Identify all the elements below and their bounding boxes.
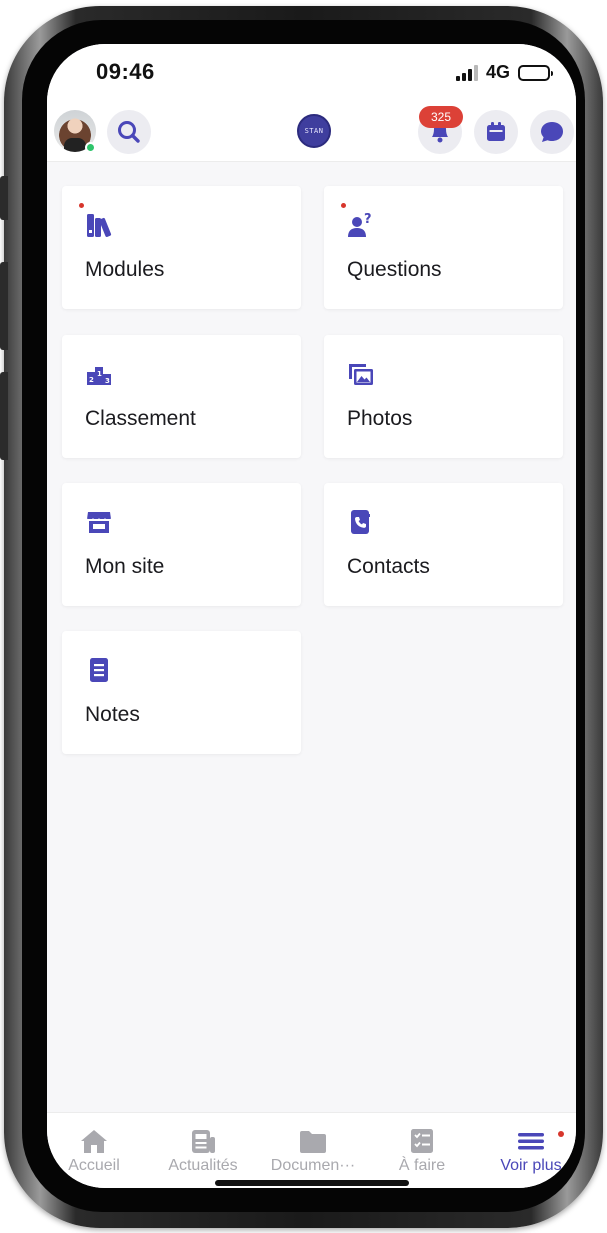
svg-text:3: 3 bbox=[105, 377, 110, 385]
menu-card-questions[interactable]: ? Questions bbox=[324, 186, 563, 309]
books-icon bbox=[87, 214, 112, 237]
volume-up-button bbox=[0, 262, 8, 350]
tab-label: Accueil bbox=[68, 1157, 120, 1174]
folder-icon bbox=[300, 1131, 326, 1153]
tab-label: À faire bbox=[398, 1157, 446, 1174]
tab-accueil[interactable]: Accueil bbox=[47, 1127, 149, 1175]
calendar-button[interactable] bbox=[474, 110, 518, 154]
menu-card-notes[interactable]: Notes bbox=[62, 631, 301, 754]
status-time: 09:46 bbox=[96, 59, 155, 84]
app-logo[interactable]: STAN bbox=[297, 114, 331, 148]
menu-card-label: Mon site bbox=[85, 555, 165, 578]
phone-book-icon bbox=[351, 510, 370, 534]
person-question-icon: ? bbox=[348, 212, 372, 237]
silent-switch bbox=[0, 176, 8, 220]
app-header: STAN 325 bbox=[47, 102, 576, 162]
newspaper-icon bbox=[192, 1130, 215, 1153]
menu-card-label: Photos bbox=[347, 407, 413, 430]
tab-actualites[interactable]: Actualités bbox=[148, 1127, 258, 1175]
app-screen: 09:46 4G STAN 325 Modules ? Questions 2 … bbox=[47, 44, 576, 1188]
tab-voir-plus[interactable]: Voir plus bbox=[476, 1127, 576, 1175]
tab-label: Voir plus bbox=[500, 1157, 562, 1174]
network-type: 4G bbox=[485, 62, 510, 82]
menu-card-modules[interactable]: Modules bbox=[62, 186, 301, 309]
volume-down-button bbox=[0, 372, 8, 460]
status-indicators: 4G bbox=[455, 62, 553, 83]
calendar-icon bbox=[487, 122, 505, 141]
bottom-tab-bar: Accueil Actualités Documen··· À faire Vo… bbox=[47, 1112, 576, 1188]
unread-dot bbox=[341, 203, 346, 208]
tab-label: Documen··· bbox=[270, 1157, 356, 1174]
podium-icon: 2 1 3 bbox=[87, 367, 111, 385]
notification-count-badge: 325 bbox=[419, 106, 463, 128]
tab-label: Actualités bbox=[168, 1157, 238, 1174]
tab-documents[interactable]: Documen··· bbox=[258, 1127, 368, 1175]
menu-card-photos[interactable]: Photos bbox=[324, 335, 563, 458]
svg-text:2: 2 bbox=[89, 376, 94, 384]
home-indicator[interactable] bbox=[215, 1180, 409, 1186]
unread-dot bbox=[79, 203, 84, 208]
menu-card-label: Contacts bbox=[347, 555, 430, 578]
menu-card-label: Notes bbox=[85, 703, 140, 726]
menu-icon bbox=[518, 1133, 544, 1150]
unread-dot bbox=[558, 1131, 564, 1137]
signal-icon bbox=[455, 64, 478, 81]
search-icon bbox=[118, 121, 140, 143]
tab-a-faire[interactable]: À faire bbox=[367, 1127, 477, 1175]
menu-card-mon-site[interactable]: Mon site bbox=[62, 483, 301, 606]
battery-icon bbox=[518, 64, 553, 81]
svg-text:1: 1 bbox=[97, 370, 102, 378]
notes-icon bbox=[90, 658, 108, 682]
menu-card-label: Questions bbox=[347, 258, 442, 281]
search-button[interactable] bbox=[107, 110, 151, 154]
photos-icon bbox=[349, 364, 373, 385]
svg-text:?: ? bbox=[364, 212, 372, 227]
checklist-icon bbox=[411, 1129, 433, 1153]
storefront-icon bbox=[86, 512, 112, 533]
online-status-dot bbox=[85, 142, 96, 153]
messages-button[interactable] bbox=[530, 110, 574, 154]
menu-card-label: Classement bbox=[85, 407, 196, 430]
menu-card-classement[interactable]: 2 1 3 Classement bbox=[62, 335, 301, 458]
home-icon bbox=[81, 1130, 107, 1153]
menu-card-contacts[interactable]: Contacts bbox=[324, 483, 563, 606]
menu-card-label: Modules bbox=[85, 258, 165, 281]
status-bar: 09:46 4G bbox=[47, 44, 576, 102]
chat-icon bbox=[541, 122, 563, 142]
logo-text: STAN bbox=[304, 127, 324, 135]
